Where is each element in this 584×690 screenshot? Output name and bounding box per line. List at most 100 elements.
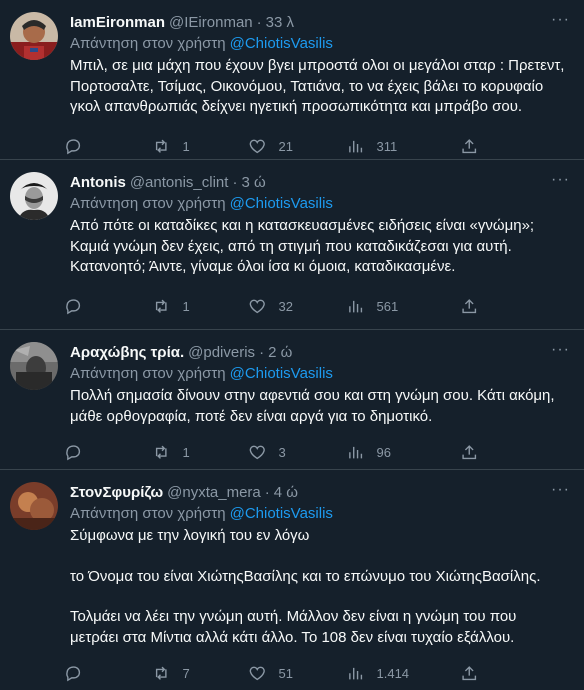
tweet-text: Από πότε οι καταδίκες και η κατασκευασμέ… — [70, 216, 568, 278]
heart-icon — [249, 139, 265, 154]
reply-button[interactable] — [64, 443, 152, 462]
tweet-actions: 1 3 96 — [64, 435, 568, 469]
tweet-actions: 1 21 311 — [64, 130, 568, 164]
views-button[interactable]: 1.414 — [346, 664, 460, 683]
reply-button[interactable] — [64, 664, 152, 683]
reply-mention-link[interactable]: @ChiotisVasilis — [230, 195, 333, 212]
timestamp[interactable]: 4 ώ — [274, 484, 298, 501]
views-button[interactable]: 311 — [346, 137, 460, 156]
share-upload-icon — [462, 444, 477, 459]
like-count: 51 — [278, 665, 293, 681]
retweet-count: 1 — [182, 444, 190, 460]
bar-chart-icon — [349, 301, 363, 313]
bar-chart-icon — [349, 667, 363, 680]
view-count: 96 — [376, 444, 391, 460]
views-button[interactable]: 561 — [346, 297, 460, 316]
tweet-text: Πολλή σημασία δίνουν στην αφεντιά σου κα… — [70, 386, 568, 427]
reply-mention-link[interactable]: @ChiotisVasilis — [230, 35, 333, 52]
avatar[interactable] — [10, 172, 58, 220]
tweet-paragraph: Πολλή σημασία δίνουν στην αφεντιά σου κα… — [70, 387, 555, 425]
timestamp[interactable]: 2 ώ — [268, 344, 292, 361]
separator-dot: · — [259, 343, 265, 361]
display-name[interactable]: Antonis — [70, 174, 126, 191]
avatar[interactable] — [10, 342, 58, 390]
share-upload-icon — [462, 299, 477, 314]
display-name[interactable]: Αραχώβης τρία. — [70, 344, 184, 361]
like-button[interactable]: 32 — [248, 297, 346, 316]
tweet[interactable]: ··· ΣτονΣφυρίζω @nyxta_mera · 4 ώ Απάντη… — [0, 470, 584, 682]
user-handle[interactable]: @pdiveris — [188, 344, 255, 361]
reply-context: Απάντηση στον χρήστη @ChiotisVasilis — [70, 504, 568, 524]
heart-icon — [249, 666, 265, 680]
timestamp[interactable]: 3 ώ — [241, 174, 265, 191]
like-count: 21 — [278, 139, 293, 154]
user-handle[interactable]: @IEironman — [169, 14, 253, 31]
views-button[interactable]: 96 — [346, 443, 460, 462]
user-handle[interactable]: @antonis_clint — [130, 174, 229, 191]
user-handle[interactable]: @nyxta_mera — [167, 484, 261, 501]
separator-dot: · — [264, 483, 270, 501]
reply-context: Απάντηση στον χρήστη @ChiotisVasilis — [70, 34, 568, 54]
retweet-arrows-icon — [155, 445, 167, 459]
share-button[interactable] — [460, 443, 479, 462]
tweet-text: Μπιλ, σε μια μάχη που έχουν βγει μπροστά… — [70, 56, 568, 118]
share-button[interactable] — [460, 297, 479, 316]
tweet-paragraph: Από πότε οι καταδίκες και η κατασκευασμέ… — [70, 217, 535, 275]
avatar[interactable] — [10, 12, 58, 60]
reply-mention-link[interactable]: @ChiotisVasilis — [230, 365, 333, 382]
retweet-button[interactable]: 1 — [152, 137, 248, 156]
display-name[interactable]: IamEironman — [70, 14, 165, 31]
share-upload-icon — [462, 665, 477, 680]
tweet-paragraph: Μπιλ, σε μια μάχη που έχουν βγει μπροστά… — [70, 57, 565, 115]
bar-chart-icon — [349, 141, 363, 153]
retweet-count: 7 — [182, 665, 190, 681]
tweet[interactable]: ··· IamEironman @IEironman · 33 λ Απάντη… — [0, 0, 584, 160]
retweet-button[interactable]: 1 — [152, 297, 248, 316]
like-button[interactable]: 21 — [248, 137, 346, 156]
reply-button[interactable] — [64, 137, 152, 156]
more-options-icon[interactable]: ··· — [551, 482, 570, 498]
speech-bubble-icon — [66, 445, 81, 461]
tweet[interactable]: ··· Antonis @antonis_clint · 3 ώ Απάντησ… — [0, 160, 584, 330]
reply-context: Απάντηση στον χρήστη @ChiotisVasilis — [70, 194, 568, 214]
display-name[interactable]: ΣτονΣφυρίζω — [70, 484, 163, 501]
more-options-icon[interactable]: ··· — [551, 12, 570, 28]
tweet-actions: 1 32 561 — [64, 290, 568, 324]
separator-dot: · — [256, 13, 262, 31]
retweet-button[interactable]: 7 — [152, 664, 248, 683]
retweet-button[interactable]: 1 — [152, 443, 248, 462]
speech-bubble-icon — [66, 299, 81, 315]
share-button[interactable] — [460, 137, 479, 156]
like-count: 3 — [278, 444, 286, 460]
more-options-icon[interactable]: ··· — [551, 342, 570, 358]
tweet-paragraph: το Όνομα του είναι ΧιώτηςΒασίλης και το … — [70, 567, 541, 585]
like-button[interactable]: 51 — [248, 664, 346, 683]
reply-button[interactable] — [64, 297, 152, 316]
retweet-arrows-icon — [155, 139, 167, 154]
retweet-count: 1 — [182, 299, 190, 314]
reply-prefix: Απάντηση στον χρήστη — [70, 35, 226, 52]
view-count: 311 — [376, 139, 398, 154]
reply-prefix: Απάντηση στον χρήστη — [70, 505, 226, 522]
speech-bubble-icon — [66, 139, 81, 155]
separator-dot: · — [232, 173, 238, 191]
like-button[interactable]: 3 — [248, 443, 346, 462]
tweet-paragraph: Τολμάει να λέει την γνώμη αυτή. Μάλλον δ… — [70, 608, 517, 646]
heart-icon — [249, 445, 265, 459]
share-button[interactable] — [460, 664, 479, 683]
speech-bubble-icon — [66, 666, 81, 682]
avatar[interactable] — [10, 482, 58, 530]
like-count: 32 — [278, 299, 293, 314]
tweet-actions: 7 51 1.414 — [64, 656, 568, 690]
retweet-arrows-icon — [155, 666, 167, 680]
reply-prefix: Απάντηση στον χρήστη — [70, 195, 226, 212]
reply-mention-link[interactable]: @ChiotisVasilis — [230, 505, 333, 522]
reply-prefix: Απάντηση στον χρήστη — [70, 365, 226, 382]
tweet[interactable]: ··· Αραχώβης τρία. @pdiveris · 2 ώ Απάντ… — [0, 330, 584, 470]
bar-chart-icon — [349, 446, 363, 459]
more-options-icon[interactable]: ··· — [551, 172, 570, 188]
tweet-paragraph: Σύμφωνα με την λογική του εν λόγω — [70, 527, 310, 544]
tweet-text: Σύμφωνα με την λογική του εν λόγω το Όνο… — [70, 526, 568, 648]
retweet-count: 1 — [182, 139, 190, 154]
timestamp[interactable]: 33 λ — [266, 14, 294, 31]
